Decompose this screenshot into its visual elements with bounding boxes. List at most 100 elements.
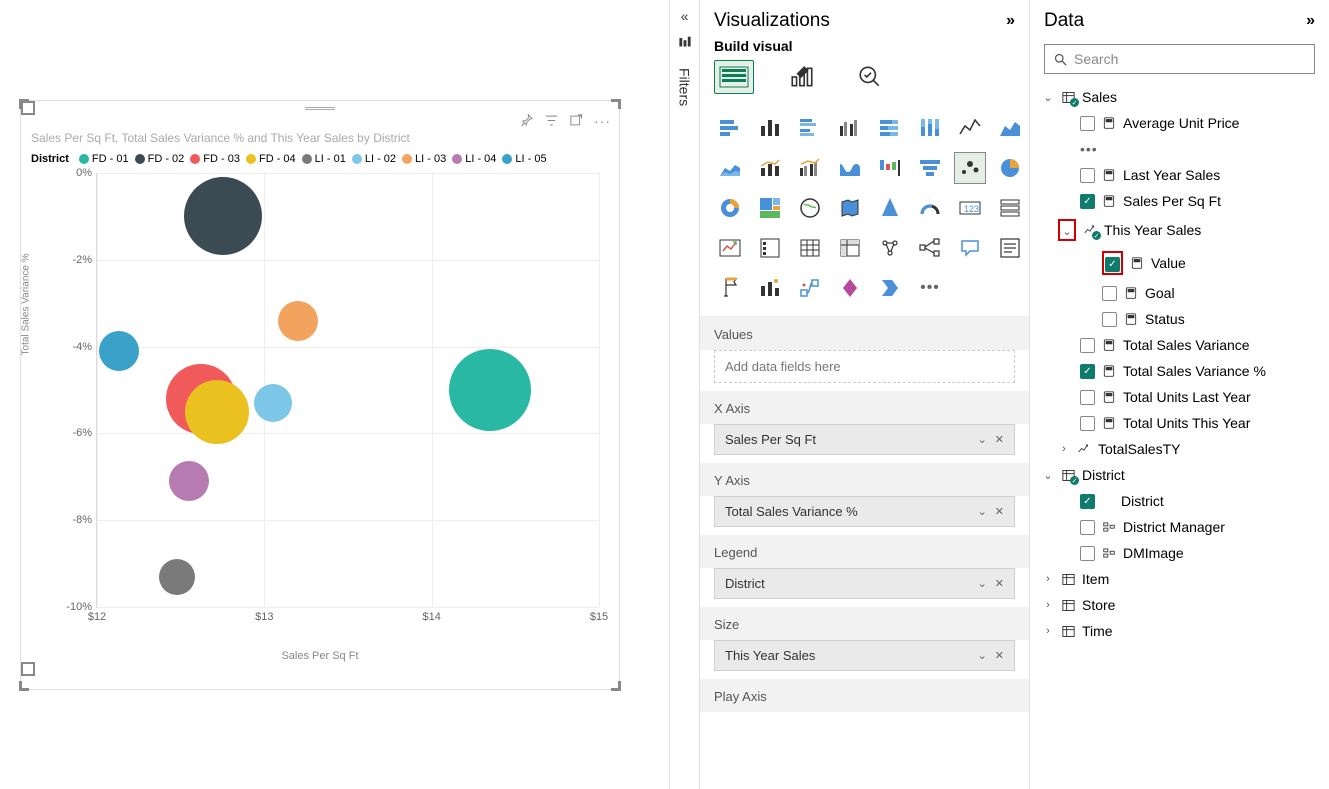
- field-avg-unit-price[interactable]: Average Unit Price: [1040, 110, 1319, 136]
- checkbox-checked[interactable]: ✓: [1080, 364, 1095, 379]
- area-chart-icon[interactable]: [994, 112, 1026, 144]
- legend-item[interactable]: LI - 02: [352, 153, 396, 165]
- checkbox-checked[interactable]: ✓: [1080, 194, 1095, 209]
- remove-icon[interactable]: ✕: [995, 577, 1004, 590]
- yaxis-chip[interactable]: Total Sales Variance % ⌄✕: [714, 496, 1015, 527]
- power-apps-icon[interactable]: [834, 272, 866, 304]
- legend-item[interactable]: LI - 01: [302, 153, 346, 165]
- smart-narrative-icon[interactable]: [994, 232, 1026, 264]
- table-time[interactable]: › Time: [1040, 618, 1319, 644]
- field-district[interactable]: ✓ District: [1040, 488, 1319, 514]
- checkbox[interactable]: [1080, 546, 1095, 561]
- legend-chip[interactable]: District ⌄✕: [714, 568, 1015, 599]
- chevron-down-icon[interactable]: ⌄: [978, 577, 987, 590]
- field-status[interactable]: Status: [1040, 306, 1319, 332]
- chevron-down-icon[interactable]: ⌄: [978, 433, 987, 446]
- caret-down-icon[interactable]: ⌄: [1061, 225, 1073, 238]
- values-well-drop[interactable]: Add data fields here: [714, 350, 1015, 383]
- line-chart-icon[interactable]: [954, 112, 986, 144]
- field-dm-image[interactable]: DMImage: [1040, 540, 1319, 566]
- decomposition-tree-icon[interactable]: [914, 232, 946, 264]
- size-chip[interactable]: This Year Sales ⌄✕: [714, 640, 1015, 671]
- plot-area[interactable]: Total Sales Variance % 0%-2%-4%-6%-8%-10…: [76, 173, 599, 628]
- search-input[interactable]: Search: [1044, 44, 1315, 74]
- caret-right-icon[interactable]: ›: [1042, 625, 1054, 637]
- slicer-icon[interactable]: [754, 232, 786, 264]
- scatter-chart-visual[interactable]: ··· Sales Per Sq Ft, Total Sales Varianc…: [20, 100, 620, 690]
- field-last-year-sales[interactable]: Last Year Sales: [1040, 162, 1319, 188]
- hundred-stacked-bar-icon[interactable]: [874, 112, 906, 144]
- gauge-icon[interactable]: [914, 192, 946, 224]
- ribbon-chart-icon[interactable]: [834, 152, 866, 184]
- stacked-area-icon[interactable]: [714, 152, 746, 184]
- clustered-bar-icon[interactable]: [794, 112, 826, 144]
- paginated-report-icon[interactable]: [714, 272, 746, 304]
- caret-right-icon[interactable]: ›: [1042, 573, 1054, 585]
- bubble-li-03[interactable]: [278, 301, 318, 341]
- bubble-fd-01[interactable]: [449, 349, 531, 431]
- treemap-icon[interactable]: [754, 192, 786, 224]
- pin-icon[interactable]: [519, 113, 534, 129]
- chevron-down-icon[interactable]: ⌄: [978, 649, 987, 662]
- qa-visual-icon[interactable]: [954, 232, 986, 264]
- legend-item[interactable]: LI - 05: [502, 153, 546, 165]
- format-visual-tab[interactable]: [782, 60, 822, 94]
- legend-item[interactable]: FD - 03: [190, 153, 240, 165]
- field-this-year-sales[interactable]: ⌄ This Year Sales: [1040, 214, 1319, 246]
- xaxis-chip[interactable]: Sales Per Sq Ft ⌄✕: [714, 424, 1015, 455]
- field-total-sales-ty[interactable]: › TotalSalesTY: [1040, 436, 1319, 462]
- checkbox[interactable]: [1080, 168, 1095, 183]
- field-sales-per-sqft[interactable]: ✓ Sales Per Sq Ft: [1040, 188, 1319, 214]
- legend-item[interactable]: FD - 01: [79, 153, 129, 165]
- multi-row-card-icon[interactable]: [994, 192, 1026, 224]
- checkbox[interactable]: [1080, 390, 1095, 405]
- checkbox[interactable]: [1102, 286, 1117, 301]
- bubble-li-05[interactable]: [99, 331, 139, 371]
- table-store[interactable]: › Store: [1040, 592, 1319, 618]
- caret-right-icon[interactable]: ›: [1042, 599, 1054, 611]
- hundred-stacked-column-icon[interactable]: [914, 112, 946, 144]
- map-icon[interactable]: [794, 192, 826, 224]
- analytics-tab[interactable]: [850, 60, 890, 94]
- checkbox[interactable]: [1080, 338, 1095, 353]
- power-automate-icon[interactable]: [874, 272, 906, 304]
- collapse-data-icon[interactable]: »: [1306, 12, 1315, 30]
- line-stacked-column-icon[interactable]: [754, 152, 786, 184]
- bubble-fd-04[interactable]: [185, 380, 249, 444]
- checkbox-checked[interactable]: ✓: [1080, 494, 1095, 509]
- card-icon[interactable]: 123: [954, 192, 986, 224]
- field-total-units-this-year[interactable]: Total Units This Year: [1040, 410, 1319, 436]
- filters-pane-collapsed[interactable]: « Filters: [669, 0, 699, 789]
- more-options-icon[interactable]: ···: [594, 113, 611, 129]
- donut-chart-icon[interactable]: [714, 192, 746, 224]
- caret-down-icon[interactable]: ⌄: [1042, 469, 1054, 482]
- field-district-manager[interactable]: District Manager: [1040, 514, 1319, 540]
- stacked-column-icon[interactable]: [754, 112, 786, 144]
- r-visual-icon[interactable]: [874, 232, 906, 264]
- collapse-viz-icon[interactable]: »: [1006, 12, 1015, 30]
- caret-right-icon[interactable]: ›: [1058, 443, 1070, 455]
- remove-icon[interactable]: ✕: [995, 505, 1004, 518]
- field-goal[interactable]: Goal: [1040, 280, 1319, 306]
- expand-filters-icon[interactable]: «: [681, 8, 689, 24]
- table-sales[interactable]: ⌄ Sales: [1040, 84, 1319, 110]
- field-total-sales-variance-pct[interactable]: ✓ Total Sales Variance %: [1040, 358, 1319, 384]
- waterfall-icon[interactable]: [874, 152, 906, 184]
- drag-grip-icon[interactable]: [305, 107, 335, 111]
- build-visual-tab[interactable]: [714, 60, 754, 94]
- legend-item[interactable]: LI - 04: [452, 153, 496, 165]
- legend-item[interactable]: LI - 03: [402, 153, 446, 165]
- caret-down-icon[interactable]: ⌄: [1042, 91, 1054, 104]
- more-visuals-icon[interactable]: •••: [914, 272, 946, 304]
- bubble-fd-02[interactable]: [184, 177, 262, 255]
- table-icon[interactable]: [794, 232, 826, 264]
- clustered-column-icon[interactable]: [834, 112, 866, 144]
- field-total-units-last-year[interactable]: Total Units Last Year: [1040, 384, 1319, 410]
- more-dots[interactable]: •••: [1040, 136, 1319, 162]
- chevron-down-icon[interactable]: ⌄: [978, 505, 987, 518]
- remove-icon[interactable]: ✕: [995, 649, 1004, 662]
- checkbox[interactable]: [1080, 520, 1095, 535]
- funnel-icon[interactable]: [914, 152, 946, 184]
- bubble-li-04[interactable]: [169, 461, 209, 501]
- matrix-icon[interactable]: [834, 232, 866, 264]
